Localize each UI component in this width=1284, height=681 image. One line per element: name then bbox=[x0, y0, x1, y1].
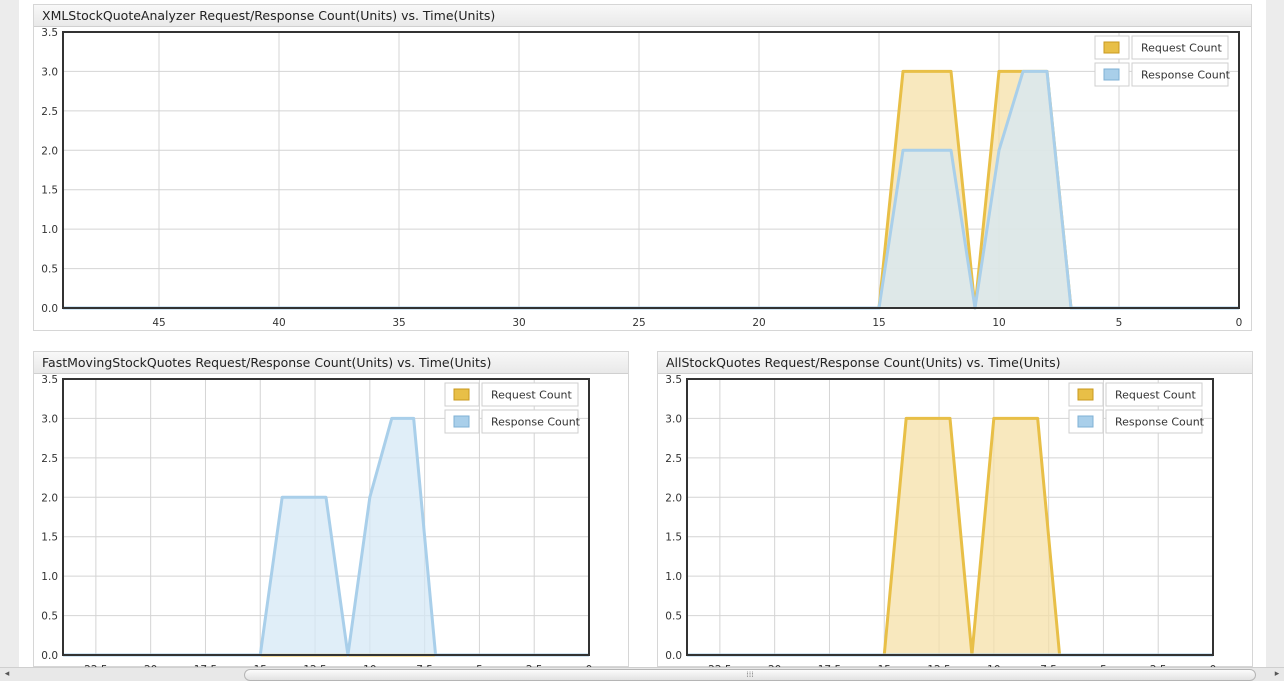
y-tick-label: 2.0 bbox=[41, 145, 58, 157]
x-tick-label: 25 bbox=[632, 317, 645, 329]
legend-swatch bbox=[1077, 415, 1094, 428]
legend-swatch bbox=[1103, 41, 1120, 54]
horizontal-scrollbar[interactable]: ◂ ⁞⁞⁞ ▸ bbox=[0, 667, 1284, 681]
x-tick-label: 10 bbox=[992, 317, 1005, 329]
y-tick-label: 0.0 bbox=[41, 650, 58, 662]
x-tick-label: 0 bbox=[1236, 317, 1243, 329]
y-tick-label: 0.0 bbox=[665, 650, 682, 662]
grip-icon: ⁞⁞⁞ bbox=[746, 670, 754, 679]
y-tick-label: 0.5 bbox=[41, 264, 58, 276]
panel-title: XMLStockQuoteAnalyzer Request/Response C… bbox=[34, 5, 1251, 27]
y-tick-label: 3.5 bbox=[41, 374, 58, 386]
legend-swatch bbox=[1103, 68, 1120, 81]
xml-analyzer-chart-panel: XMLStockQuoteAnalyzer Request/Response C… bbox=[33, 4, 1252, 331]
legend-swatch bbox=[1077, 388, 1094, 401]
xml-analyzer-chart: 0.0 0.5 1.0 1.5 2.0 2.5 3.0 3.5 45 40 35 30 25 20 15 10… bbox=[41, 27, 1243, 329]
right-gutter bbox=[1266, 0, 1284, 667]
y-tick-label: 1.5 bbox=[665, 532, 682, 544]
legend-label: Request Count bbox=[491, 389, 573, 402]
panel-title: AllStockQuotes Request/Response Count(Un… bbox=[658, 352, 1252, 374]
x-tick-label: 35 bbox=[392, 317, 405, 329]
y-tick-label: 1.0 bbox=[41, 571, 58, 583]
y-tick-label: 0.5 bbox=[665, 611, 682, 623]
y-tick-label: 2.0 bbox=[41, 492, 58, 504]
x-tick-label: 20 bbox=[752, 317, 765, 329]
y-tick-label: 0.0 bbox=[41, 303, 58, 315]
legend-label: Request Count bbox=[1141, 42, 1223, 55]
y-tick-label: 0.5 bbox=[41, 611, 58, 623]
x-tick-label: 30 bbox=[512, 317, 525, 329]
y-tick-label: 3.5 bbox=[41, 27, 58, 39]
fast-moving-chart: 0.00.51.01.52.02.53.03.522.52017.51512.5… bbox=[41, 374, 592, 668]
x-tick-label: 15 bbox=[872, 317, 885, 329]
y-tick-label: 3.5 bbox=[665, 374, 682, 386]
panel-title: FastMovingStockQuotes Request/Response C… bbox=[34, 352, 628, 374]
all-stock-quotes-chart-panel: AllStockQuotes Request/Response Count(Un… bbox=[657, 351, 1253, 668]
legend-label: Response Count bbox=[491, 416, 581, 429]
y-tick-label: 2.0 bbox=[665, 492, 682, 504]
y-tick-label: 2.5 bbox=[41, 453, 58, 465]
y-tick-label: 3.0 bbox=[665, 413, 682, 425]
y-tick-label: 2.5 bbox=[665, 453, 682, 465]
x-tick-label: 5 bbox=[1116, 317, 1123, 329]
y-tick-label: 3.0 bbox=[41, 413, 58, 425]
legend-label: Response Count bbox=[1115, 416, 1205, 429]
fast-moving-chart-panel: FastMovingStockQuotes Request/Response C… bbox=[33, 351, 629, 668]
left-gutter bbox=[0, 0, 19, 667]
scrollbar-thumb[interactable]: ⁞⁞⁞ bbox=[244, 669, 1256, 681]
y-tick-label: 2.5 bbox=[41, 106, 58, 118]
legend-swatch bbox=[453, 388, 470, 401]
legend-label: Response Count bbox=[1141, 69, 1231, 82]
y-tick-label: 1.5 bbox=[41, 185, 58, 197]
x-tick-label: 45 bbox=[152, 317, 165, 329]
y-tick-label: 3.0 bbox=[41, 66, 58, 78]
x-tick-label: 40 bbox=[272, 317, 285, 329]
scroll-left-icon[interactable]: ◂ bbox=[1, 668, 13, 681]
all-stock-quotes-chart: 0.00.51.01.52.02.53.03.522.52017.51512.5… bbox=[665, 374, 1216, 668]
legend-label: Request Count bbox=[1115, 389, 1197, 402]
legend-swatch bbox=[453, 415, 470, 428]
y-tick-label: 1.5 bbox=[41, 532, 58, 544]
y-tick-label: 1.0 bbox=[665, 571, 682, 583]
scroll-right-icon[interactable]: ▸ bbox=[1271, 668, 1283, 681]
dashboard-content: XMLStockQuoteAnalyzer Request/Response C… bbox=[19, 0, 1266, 668]
y-tick-label: 1.0 bbox=[41, 224, 58, 236]
